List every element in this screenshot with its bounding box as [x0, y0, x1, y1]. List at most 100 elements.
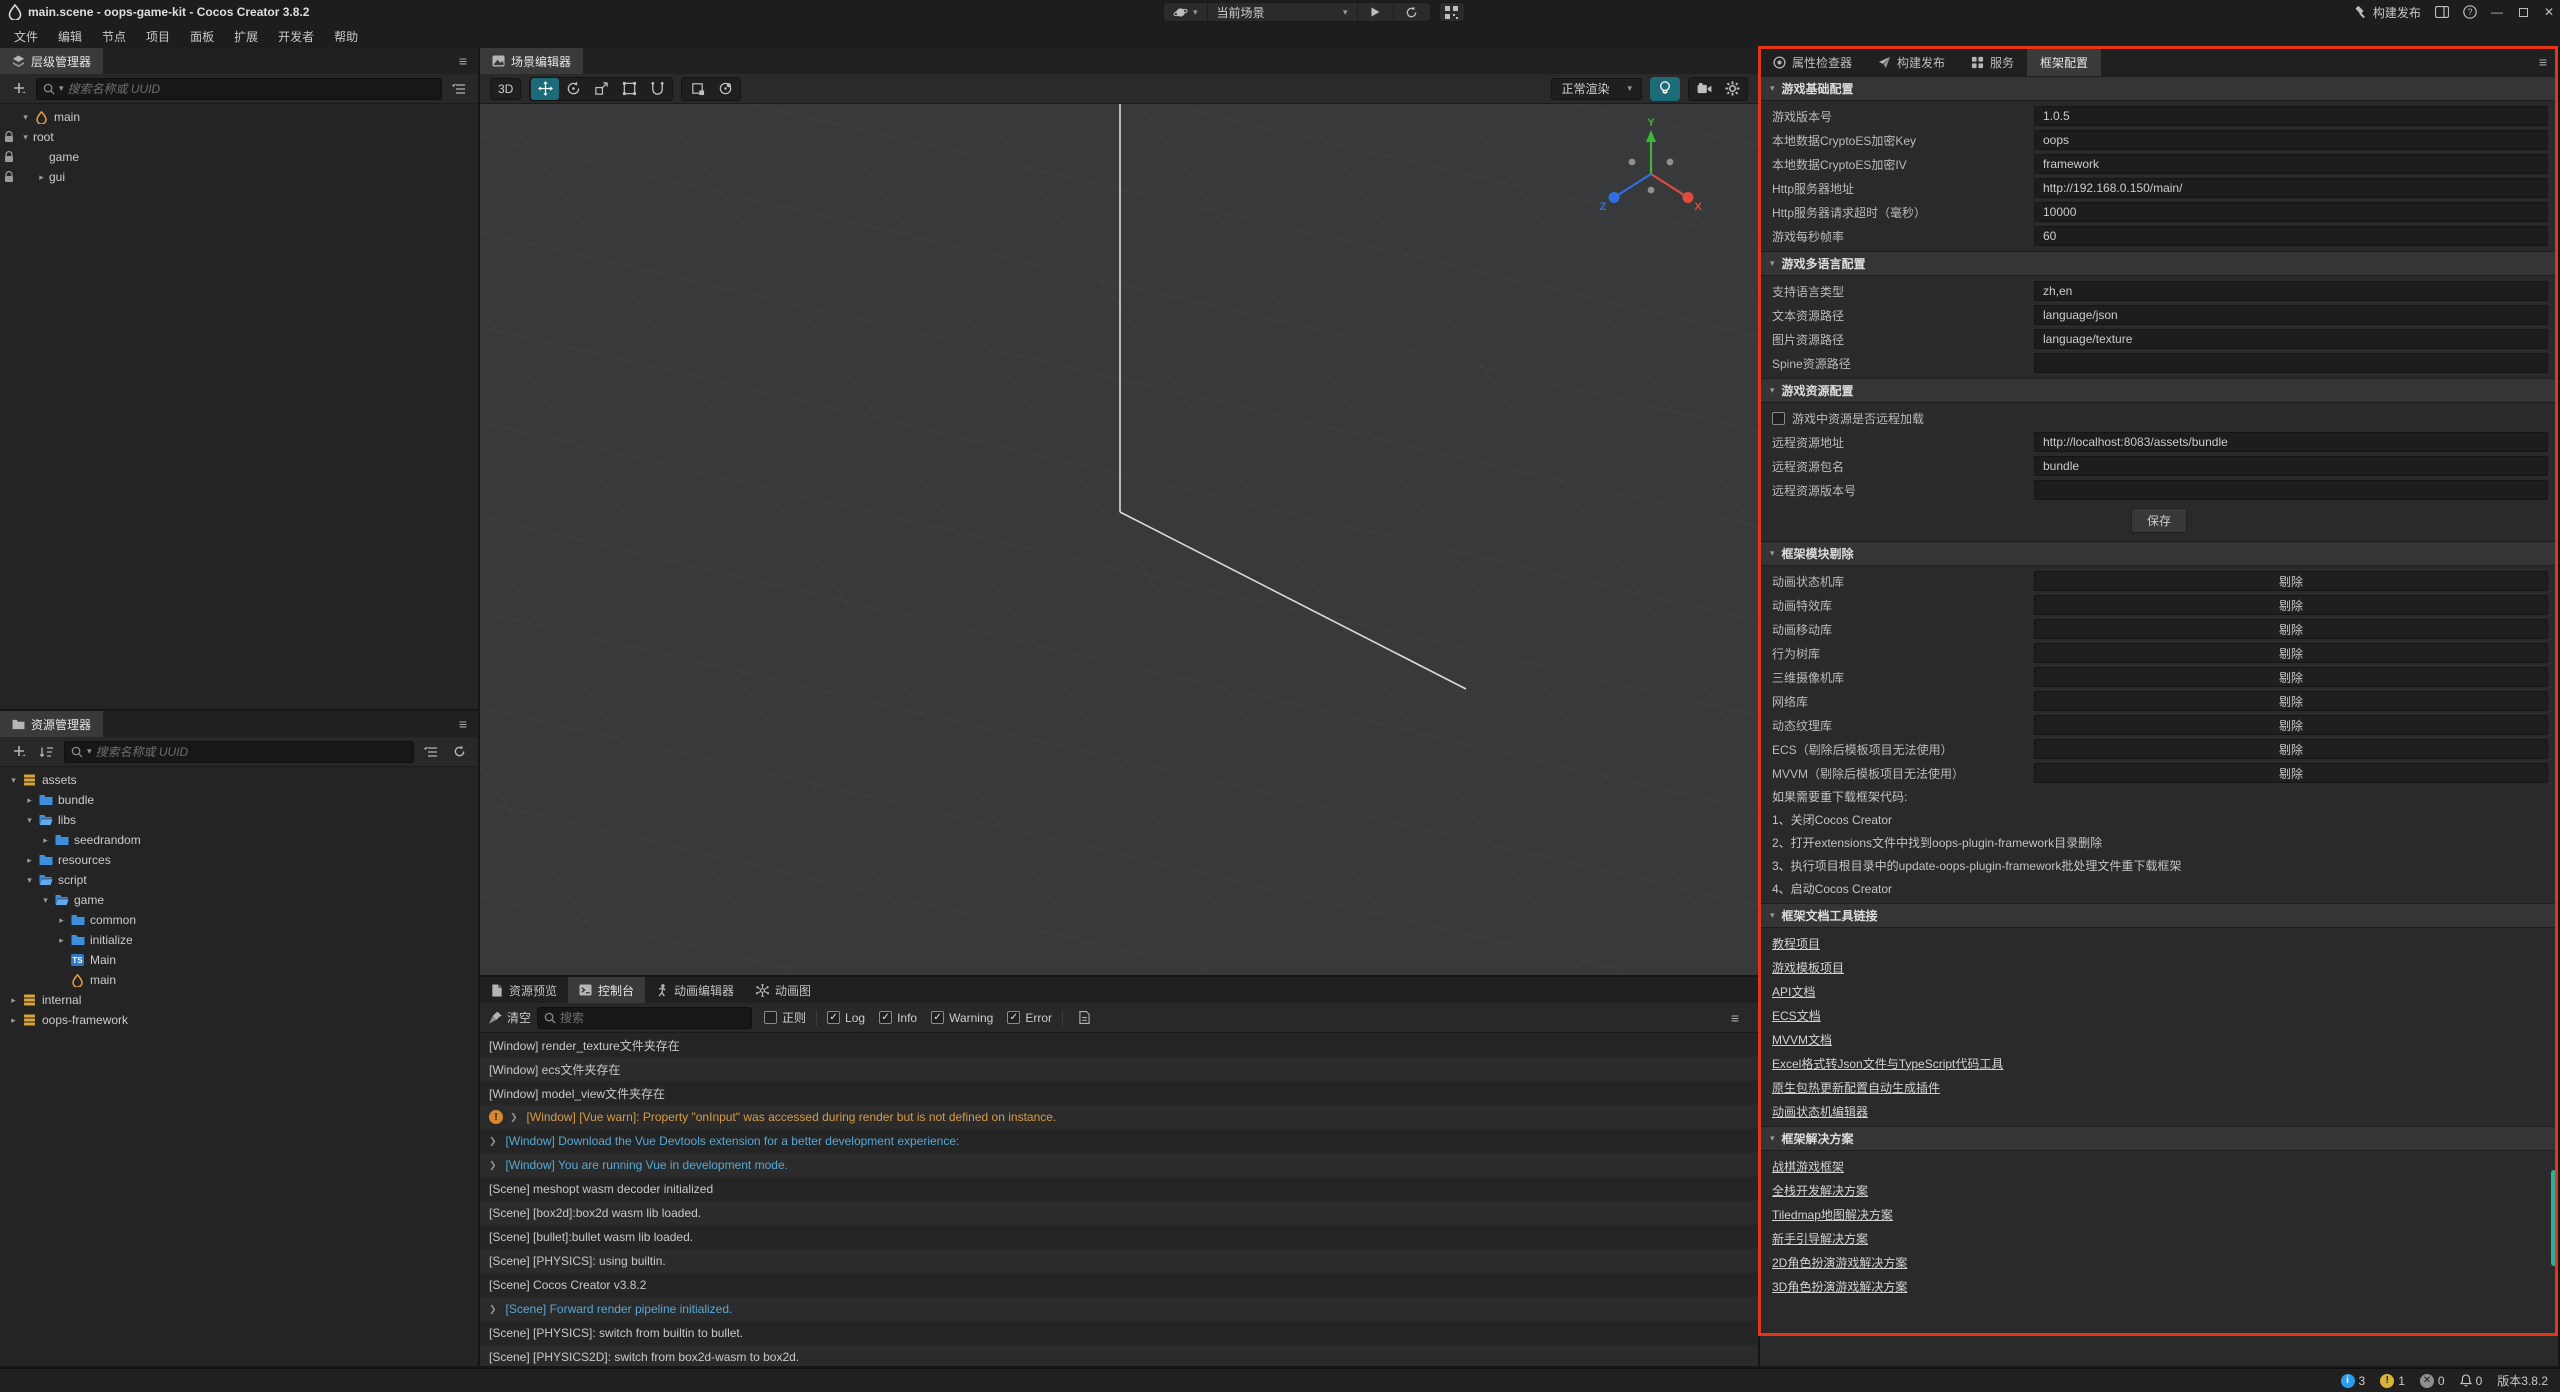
filter-info-checkbox[interactable]: ✓Info [879, 1011, 917, 1025]
console-message[interactable]: [Scene] [PHYSICS2D]: switch from box2d-w… [480, 1345, 1758, 1366]
remove-module-button[interactable]: 剔除 [2034, 763, 2548, 783]
console-search-input[interactable] [560, 1011, 745, 1025]
console-menu-icon[interactable]: ≡ [1720, 1010, 1750, 1026]
menu-item-帮助[interactable]: 帮助 [324, 24, 368, 48]
remove-module-button[interactable]: 剔除 [2034, 595, 2548, 615]
chevron-right-icon[interactable]: ▸ [6, 1015, 21, 1026]
play-button[interactable] [1358, 3, 1394, 21]
coordinate-toggle-button[interactable] [711, 78, 739, 100]
chevron-right-icon[interactable]: ❯ [489, 1304, 497, 1315]
menu-item-节点[interactable]: 节点 [92, 24, 136, 48]
chevron-right-icon[interactable]: ▸ [6, 995, 21, 1006]
chevron-right-icon[interactable]: ❯ [510, 1112, 518, 1123]
field-input[interactable]: language/texture [2034, 329, 2548, 349]
create-node-button[interactable] [8, 78, 30, 100]
export-log-icon[interactable] [1073, 1007, 1095, 1029]
filter-log-checkbox[interactable]: ✓Log [827, 1011, 865, 1025]
chevron-right-icon[interactable]: ❯ [489, 1160, 497, 1171]
platform-select[interactable]: ▾ [1164, 3, 1208, 21]
checkbox-checked[interactable]: ✓ [827, 1011, 840, 1024]
hierarchy-search[interactable]: ▾ [36, 78, 442, 100]
menu-item-项目[interactable]: 项目 [136, 24, 180, 48]
field-input[interactable]: http://192.168.0.150/main/ [2034, 178, 2548, 198]
tab-服务[interactable]: 服务 [1958, 48, 2027, 76]
tree-node[interactable]: game [0, 147, 478, 167]
field-input[interactable] [2034, 353, 2548, 373]
maximize-button[interactable] [2519, 8, 2528, 17]
tree-node[interactable]: ▸initialize [0, 930, 478, 950]
tab-动画图[interactable]: 动画图 [745, 977, 822, 1003]
pivot-toggle-button[interactable] [683, 78, 711, 100]
doc-link[interactable]: 新手引导解决方案 [1772, 1230, 1868, 1247]
checkbox-unchecked[interactable] [1772, 412, 1785, 425]
console-message[interactable]: [Window] model_view文件夹存在 [480, 1081, 1758, 1105]
field-input[interactable]: 60 [2034, 226, 2548, 246]
tree-node[interactable]: ▸resources [0, 850, 478, 870]
field-input[interactable]: zh,en [2034, 281, 2548, 301]
tree-node[interactable]: main [0, 970, 478, 990]
layout-panel-icon[interactable] [2435, 6, 2449, 18]
tab-assets[interactable]: 资源管理器 [0, 711, 103, 737]
axis-gizmo[interactable]: Y X Z [1586, 116, 1716, 226]
chevron-down-icon[interactable]: ▾ [22, 815, 37, 826]
doc-link[interactable]: API文档 [1772, 983, 1815, 1000]
lighting-toggle-button[interactable] [1650, 77, 1680, 101]
field-input[interactable]: http://localhost:8083/assets/bundle [2034, 432, 2548, 452]
inspector-menu-icon[interactable]: ≡ [2528, 48, 2558, 76]
hierarchy-search-input[interactable] [68, 82, 435, 96]
doc-link[interactable]: 2D角色扮演游戏解决方案 [1772, 1254, 1907, 1271]
menu-item-编辑[interactable]: 编辑 [48, 24, 92, 48]
menu-item-文件[interactable]: 文件 [4, 24, 48, 48]
chevron-down-icon[interactable]: ▾ [38, 895, 53, 906]
tab-动画编辑器[interactable]: 动画编辑器 [645, 977, 745, 1003]
console-search[interactable] [537, 1007, 752, 1029]
tree-node[interactable]: ▾game [0, 890, 478, 910]
doc-link[interactable]: 3D角色扮演游戏解决方案 [1772, 1278, 1907, 1295]
sort-assets-icon[interactable] [36, 741, 58, 763]
filter-error-checkbox[interactable]: ✓Error [1007, 1011, 1052, 1025]
filter-type-icon[interactable] [420, 741, 442, 763]
build-publish-button[interactable]: 构建发布 [2355, 4, 2421, 21]
tree-node[interactable]: ▾libs [0, 810, 478, 830]
doc-link[interactable]: ECS文档 [1772, 1007, 1821, 1024]
doc-link[interactable]: 战棋游戏框架 [1772, 1158, 1844, 1175]
checkbox-checked[interactable]: ✓ [931, 1011, 944, 1024]
console-message[interactable]: ❯[Scene] Forward render pipeline initial… [480, 1297, 1758, 1321]
remove-module-button[interactable]: 剔除 [2034, 739, 2548, 759]
error-count-badge[interactable]: ✕ 0 [2420, 1374, 2445, 1388]
remove-module-button[interactable]: 剔除 [2034, 643, 2548, 663]
doc-link[interactable]: Excel格式转Json文件与TypeScript代码工具 [1772, 1055, 2003, 1072]
preview-qr-button[interactable] [1439, 2, 1465, 22]
section-header[interactable]: ▾游戏资源配置 [1760, 378, 2558, 403]
clear-console-button[interactable]: 清空 [488, 1009, 531, 1026]
section-header[interactable]: ▾框架解决方案 [1760, 1126, 2558, 1151]
console-message[interactable]: [Scene] [PHYSICS]: using builtin. [480, 1249, 1758, 1273]
tree-node[interactable]: TSMain [0, 950, 478, 970]
tab-属性检查器[interactable]: 属性检查器 [1760, 48, 1865, 76]
remove-module-button[interactable]: 剔除 [2034, 691, 2548, 711]
transform-gizmo-button[interactable] [643, 78, 671, 100]
field-input[interactable] [2034, 480, 2548, 500]
chevron-right-icon[interactable]: ▸ [54, 935, 69, 946]
field-input[interactable]: language/json [2034, 305, 2548, 325]
doc-link[interactable]: 动画状态机编辑器 [1772, 1103, 1868, 1120]
doc-link[interactable]: 全栈开发解决方案 [1772, 1182, 1868, 1199]
tree-node[interactable]: ▾assets [0, 770, 478, 790]
regex-checkbox[interactable]: 正则 [764, 1009, 806, 1026]
move-tool-button[interactable] [531, 78, 559, 100]
menu-item-开发者[interactable]: 开发者 [268, 24, 324, 48]
console-message[interactable]: [Scene] [PHYSICS]: switch from builtin t… [480, 1321, 1758, 1345]
section-header[interactable]: ▾游戏多语言配置 [1760, 251, 2558, 276]
assets-menu-icon[interactable]: ≡ [448, 711, 478, 737]
tab-scene[interactable]: 场景编辑器 [480, 48, 583, 74]
section-header[interactable]: ▾框架模块剔除 [1760, 541, 2558, 566]
console-message[interactable]: [Window] render_texture文件夹存在 [480, 1033, 1758, 1057]
close-button[interactable]: ✕ [2544, 5, 2554, 19]
scrollbar-thumb[interactable] [2551, 1170, 2557, 1266]
checkbox-checked[interactable]: ✓ [1007, 1011, 1020, 1024]
console-message[interactable]: ❯[Window] Download the Vue Devtools exte… [480, 1129, 1758, 1153]
tab-资源预览[interactable]: 资源预览 [480, 977, 568, 1003]
chevron-down-icon[interactable]: ▾ [22, 875, 37, 886]
doc-link[interactable]: 教程项目 [1772, 935, 1820, 952]
chevron-down-icon[interactable]: ▾ [18, 112, 33, 123]
